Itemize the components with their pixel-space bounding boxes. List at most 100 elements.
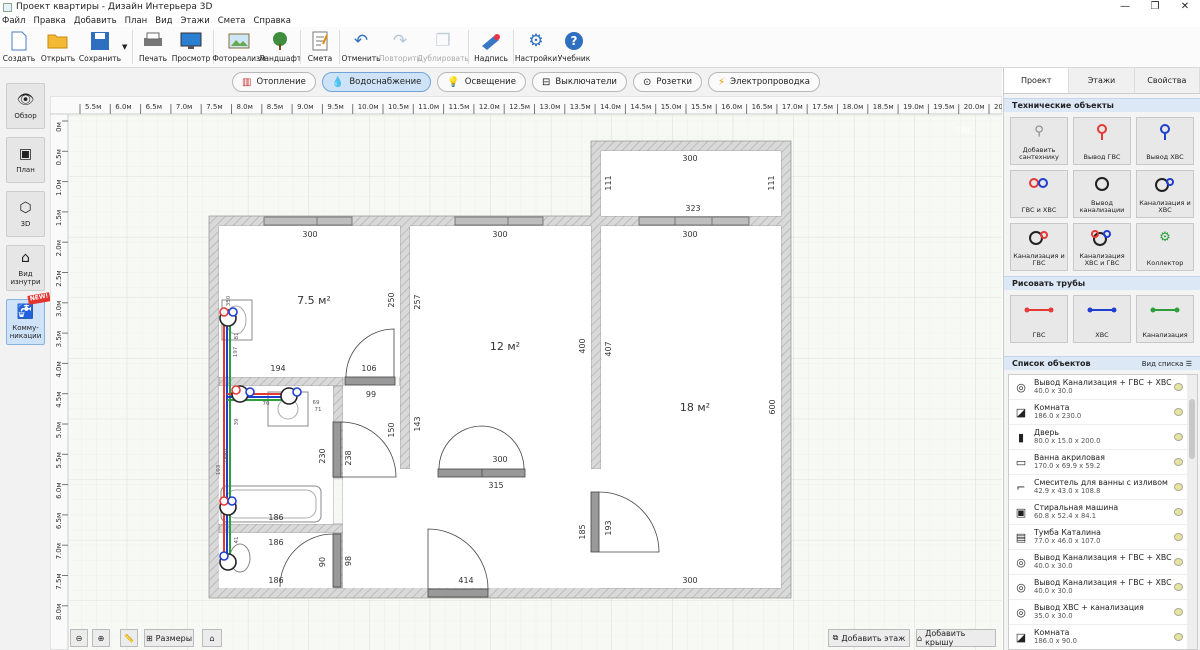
save-button[interactable]: Сохранить (78, 27, 122, 67)
hot-water-outlet-tile[interactable]: Вывод ГВС (1073, 117, 1131, 165)
sewer-hot-cold-tile[interactable]: Канализация ХВС и ГВС (1073, 223, 1131, 271)
menu-plan[interactable]: План (125, 16, 148, 26)
cold-water-outlet-tile[interactable]: Вывод ХВС (1136, 117, 1194, 165)
hot-cold-outlet-tile[interactable]: ГВС и ХВС (1010, 170, 1068, 218)
view-3d-button[interactable]: ⬡ 3D (6, 191, 45, 237)
dimension-label: 193 (604, 520, 613, 535)
filter-water[interactable]: 💧 Водоснабжение (321, 72, 432, 92)
collector-tile[interactable]: ⚙ Коллектор (1136, 223, 1194, 271)
filter-switches[interactable]: ⊟ Выключатели (531, 72, 627, 92)
visibility-toggle-icon[interactable] (1174, 483, 1183, 491)
visibility-toggle-icon[interactable] (1174, 408, 1183, 416)
open-button[interactable]: Открыть (38, 27, 78, 67)
object-list-item[interactable]: ◪ Комната 186.0 x 90.0 (1009, 625, 1197, 649)
settings-button[interactable]: ⚙ Настройки (515, 27, 557, 67)
object-text: Дверь 80.0 x 15.0 x 200.0 (1034, 428, 1100, 446)
bulb-icon: 💡 (447, 76, 460, 88)
pipe-dim-label: 103 (216, 464, 222, 475)
zoom-in-button[interactable]: ⊕ (92, 629, 110, 647)
add-floor-button[interactable]: ⧉ Добавить этаж (828, 629, 910, 647)
object-icon: ◎ (1016, 580, 1026, 594)
photorealism-button[interactable]: Фотореализм (212, 27, 266, 67)
ruler-button[interactable]: 📏 (120, 629, 138, 647)
minimize-icon[interactable]: — (1110, 0, 1140, 14)
menu-add[interactable]: Добавить (74, 16, 117, 26)
dimension-label: 111 (604, 175, 613, 190)
undo-button[interactable]: ↶ Отменить (341, 27, 380, 67)
ruler-label: 20.0м (964, 103, 985, 111)
cold-outlet-icon (1157, 124, 1173, 140)
home-button[interactable]: ⌂ (202, 629, 222, 647)
tab-floors[interactable]: Этажи (1069, 68, 1135, 93)
draw-cold-pipe-tile[interactable]: ХВС (1073, 295, 1131, 343)
visibility-toggle-icon[interactable] (1174, 533, 1183, 541)
add-plumbing-tile[interactable]: ⚲ Добавить сантехнику (1010, 117, 1068, 165)
list-view-toggle[interactable]: Вид списка ☰ (1142, 360, 1192, 368)
window-title: Проект квартиры - Дизайн Интерьера 3D (16, 2, 213, 12)
draw-sewer-pipe-tile[interactable]: Канализация (1136, 295, 1194, 343)
filter-wiring[interactable]: ⚡ Электропроводка (708, 72, 820, 92)
tab-project[interactable]: Проект (1004, 68, 1070, 93)
new-button[interactable]: Создать (0, 27, 38, 67)
menu-edit[interactable]: Правка (33, 16, 65, 26)
sewer-outlet-tile[interactable]: Вывод канализации (1073, 170, 1131, 218)
menu-file[interactable]: Файл (2, 16, 25, 26)
label-button[interactable]: Надпись (471, 27, 511, 67)
maximize-icon[interactable]: ❐ (1140, 0, 1170, 14)
menu-help[interactable]: Справка (254, 16, 291, 26)
object-list-item[interactable]: ▣ Стиральная машина 60.8 x 52.4 x 84.1 (1009, 500, 1197, 525)
radiator-icon: ▥ (242, 76, 252, 88)
filter-sockets[interactable]: ⊙ Розетки (632, 72, 703, 92)
menu-floors[interactable]: Этажи (180, 16, 209, 26)
object-list-item[interactable]: ◪ Комната 186.0 x 230.0 (1009, 400, 1197, 425)
visibility-toggle-icon[interactable] (1174, 458, 1183, 466)
sewer-hot-tile[interactable]: Канализация и ГВС (1010, 223, 1068, 271)
object-list-item[interactable]: ▤ Тумба Каталина 77.0 x 46.0 x 107.0 (1009, 525, 1197, 550)
visibility-toggle-icon[interactable] (1174, 433, 1183, 441)
save-dropdown-icon[interactable]: ▼ (122, 27, 130, 51)
object-icon: ⌐ (1016, 480, 1026, 494)
visibility-toggle-icon[interactable] (1174, 608, 1183, 616)
landscape-button[interactable]: Ландшафт (259, 27, 301, 67)
view-inside-button[interactable]: ⌂ Вид изнутри (6, 245, 45, 291)
object-list-item[interactable]: ⌐ Смеситель для ванны с изливом 42.9 x 43.… (1009, 475, 1197, 500)
object-list-item[interactable]: ◎ Вывод Канализация + ГВС + ХВС 40.0 x 30.… (1009, 575, 1197, 600)
visibility-toggle-icon[interactable] (1174, 633, 1183, 641)
estimate-button[interactable]: Смета (303, 27, 337, 67)
tutorial-button[interactable]: ? Учебник (556, 27, 592, 67)
add-roof-button[interactable]: ⌂ Добавить крышу (916, 629, 996, 647)
object-list-item[interactable]: ◎ Вывод Канализация + ГВС + ХВС 40.0 x 30.… (1009, 375, 1197, 400)
object-list-item[interactable]: ◎ Вывод Канализация + ГВС + ХВС 40.0 x 30.… (1009, 550, 1197, 575)
object-list-item[interactable]: ▭ Ванна акриловая 170.0 x 69.9 x 59.2 (1009, 450, 1197, 475)
object-list-item[interactable]: ▮ Дверь 80.0 x 15.0 x 200.0 (1009, 425, 1197, 450)
visibility-toggle-icon[interactable] (1174, 383, 1183, 391)
windows[interactable] (263, 216, 750, 226)
preview-button[interactable]: Просмотр (171, 27, 211, 67)
plan-canvas[interactable]: 5.5м 6.0м 6.5м 7.0м 7.5м 8.0м 8.5м 9.0м 9.5м 10.0… (50, 96, 1002, 650)
object-list-item[interactable]: ◎ Вывод ХВС + канализация 35.0 x 30.0 (1009, 600, 1197, 625)
visibility-toggle-icon[interactable] (1174, 508, 1183, 516)
stairs-icon: ⧉ (832, 633, 839, 642)
object-list-scrollbar[interactable] (1187, 375, 1197, 649)
view-plan-button[interactable]: ▣ План (6, 137, 45, 183)
tab-properties[interactable]: Свойства (1134, 68, 1200, 93)
filter-lighting[interactable]: 💡 Освещение (437, 72, 526, 92)
duplicate-button[interactable]: ❐ Дублировать (417, 27, 469, 67)
scrollbar-thumb[interactable] (1189, 399, 1195, 459)
menu-estimate[interactable]: Смета (218, 16, 246, 26)
redo-button[interactable]: ↷ Повторить (379, 27, 421, 67)
print-button[interactable]: Печать (135, 27, 171, 67)
sewer-cold-tile[interactable]: Канализация и ХВС (1136, 170, 1194, 218)
visibility-toggle-icon[interactable] (1174, 558, 1183, 566)
filter-heating[interactable]: ▥ Отопление (232, 72, 316, 92)
room-area-label: 7.5 м² (297, 294, 331, 307)
toolbar-divider (468, 30, 469, 64)
dimensions-button[interactable]: ⊞ Размеры (144, 629, 194, 647)
visibility-toggle-icon[interactable] (1174, 583, 1183, 591)
menu-view[interactable]: Вид (155, 16, 172, 26)
view-overview-button[interactable]: 👁 Обзор (6, 83, 45, 129)
zoom-out-button[interactable]: ⊖ (70, 629, 88, 647)
draw-hot-pipe-tile[interactable]: ГВС (1010, 295, 1068, 343)
view-communications-button[interactable]: NEW! 🚰 Комму-никации (6, 292, 51, 345)
close-icon[interactable]: ✕ (1170, 0, 1200, 14)
